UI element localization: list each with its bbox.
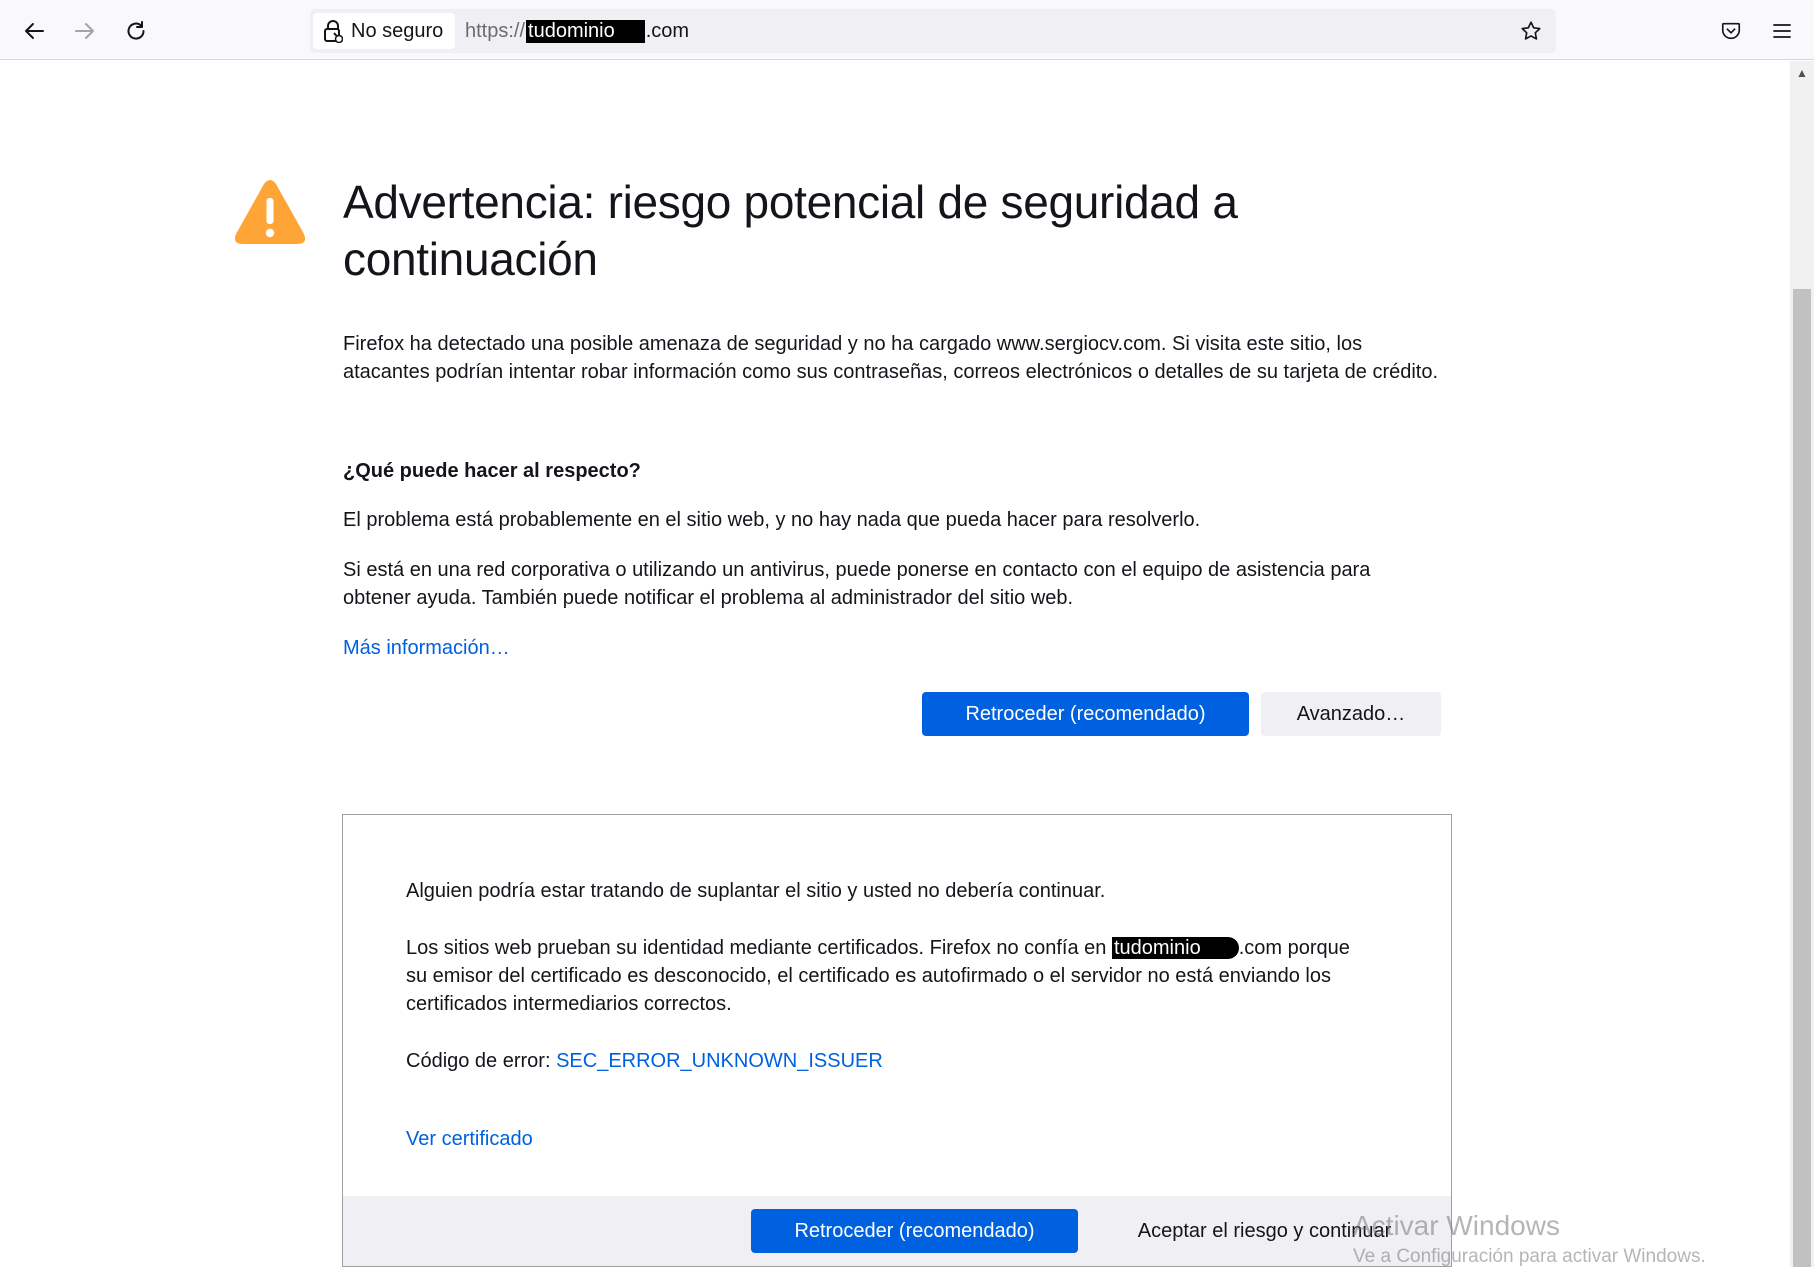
page-title: Advertencia: riesgo potencial de segurid…: [343, 176, 1238, 285]
what-can-you-do-heading: ¿Qué puede hacer al respecto?: [343, 460, 641, 482]
go-back-button[interactable]: Retroceder (recomendado): [922, 692, 1249, 736]
learn-more-link[interactable]: Más información…: [343, 637, 510, 659]
advanced-button[interactable]: Avanzado…: [1261, 692, 1441, 736]
bookmark-star-button[interactable]: [1516, 16, 1546, 46]
error-code-line: Código de error: SEC_ERROR_UNKNOWN_ISSUE…: [406, 1047, 1366, 1075]
accept-risk-button[interactable]: Aceptar el riesgo y continuar: [1090, 1209, 1439, 1253]
reload-button[interactable]: [119, 14, 153, 48]
scroll-up-arrow-icon[interactable]: ▲: [1790, 61, 1814, 85]
site-identity-button[interactable]: No seguro: [313, 13, 456, 49]
scroll-thumb[interactable]: [1793, 289, 1811, 1267]
view-certificate-link[interactable]: Ver certificado: [406, 1128, 533, 1150]
what-text-2: Si está en una red corporativa o utiliza…: [343, 559, 1371, 609]
error-code-label: Código de error:: [406, 1050, 557, 1072]
forward-button[interactable]: [68, 14, 102, 48]
back-button[interactable]: [17, 14, 51, 48]
advanced-text-2-before: Los sitios web prueban su identidad medi…: [406, 937, 1112, 959]
url-bar[interactable]: No seguro https://tudominio .com: [310, 9, 1556, 53]
intro-text: Firefox ha detectado una posible amenaza…: [343, 333, 1439, 383]
advanced-text-2: Los sitios web prueban su identidad medi…: [406, 934, 1366, 1018]
advanced-panel-footer: Retroceder (recomendado) Aceptar el ries…: [343, 1196, 1451, 1266]
identity-label: No seguro: [351, 19, 444, 42]
app-menu-button[interactable]: [1765, 14, 1799, 48]
advanced-go-back-button[interactable]: Retroceder (recomendado): [751, 1209, 1078, 1253]
vertical-scrollbar[interactable]: ▲: [1790, 61, 1814, 1267]
hamburger-menu-icon: [1773, 24, 1791, 38]
browser-toolbar: No seguro https://tudominio .com: [0, 0, 1814, 60]
pocket-button[interactable]: [1714, 14, 1748, 48]
pocket-icon: [1721, 22, 1741, 40]
url-tld: .com: [645, 19, 690, 42]
url-domain-redacted: tudominio: [526, 19, 645, 43]
insecure-lock-icon: [324, 20, 343, 43]
error-code-link[interactable]: SEC_ERROR_UNKNOWN_ISSUER: [556, 1050, 883, 1072]
reload-icon: [127, 21, 145, 40]
star-icon: [1521, 21, 1541, 40]
url-scheme: https://: [465, 19, 526, 42]
url-text[interactable]: https://tudominio .com: [465, 9, 689, 53]
advanced-domain-redacted: tudominio: [1111, 937, 1239, 959]
warning-triangle-icon: [234, 180, 306, 244]
advanced-panel: Alguien podría estar tratando de suplant…: [342, 814, 1452, 1267]
arrow-right-icon: [75, 23, 94, 39]
what-text-1: El problema está probablemente en el sit…: [343, 509, 1201, 531]
arrow-left-icon: [25, 23, 44, 39]
advanced-text-1: Alguien podría estar tratando de suplant…: [406, 880, 1106, 902]
